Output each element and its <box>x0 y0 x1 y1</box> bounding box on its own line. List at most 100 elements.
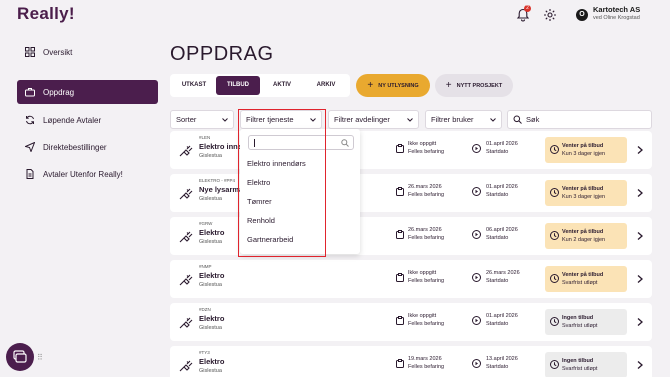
clipboard-icon <box>396 144 404 153</box>
row-location: Gislestua <box>199 153 222 159</box>
row-title: Elektro <box>199 314 225 323</box>
table-row[interactable]: #NMP Elektro Gislestua Ikke oppgitt Fell… <box>170 260 652 298</box>
start-info: 01.april 2026 Startdato <box>486 312 518 328</box>
gear-icon[interactable] <box>543 8 557 22</box>
avatar[interactable]: O <box>576 9 588 21</box>
chevron-down-icon <box>222 118 228 122</box>
chevron-right-icon[interactable] <box>637 275 643 283</box>
start-info: 01.april 2026 Startdato <box>486 140 518 156</box>
status-subtitle: Kun 2 dager igjen <box>562 237 606 243</box>
chevron-right-icon[interactable] <box>637 232 643 240</box>
clock-icon <box>550 317 559 326</box>
chevron-right-icon[interactable] <box>637 189 643 197</box>
sidebar-item-oppdrag[interactable]: Oppdrag <box>17 80 158 104</box>
clock-icon <box>550 360 559 369</box>
user-name: ved Oline Krogstad <box>593 15 640 21</box>
inspection-date: Ikke oppgitt <box>408 141 437 147</box>
inspection-label: Felles befaring <box>408 278 445 284</box>
tab-tilbud[interactable]: TILBUD <box>216 76 260 95</box>
sort-select[interactable]: Sorter <box>170 110 234 129</box>
status-subtitle: Svarfrist utløpt <box>562 280 598 286</box>
chevron-down-icon <box>407 118 413 122</box>
department-filter-select[interactable]: Filtrer avdelinger <box>328 110 419 129</box>
row-id: #NMP <box>199 264 212 269</box>
row-title: Elektro <box>199 271 225 280</box>
chevron-right-icon[interactable] <box>637 318 643 326</box>
status-title: Venter på tilbud <box>562 229 604 235</box>
row-title: Nye lysarma <box>199 185 244 194</box>
row-id: ELEKTRO - #PP4 <box>199 178 236 183</box>
row-title: Elektro <box>199 357 225 366</box>
status-badge: Ingen tilbud Svarfrist utløpt <box>545 309 627 335</box>
electric-plug-icon <box>179 145 193 157</box>
start-info: 26.mars 2026 Startdato <box>486 269 520 285</box>
tab-utkast[interactable]: UTKAST <box>172 76 216 95</box>
sidebar-item-avtaler-utenfor[interactable]: Avtaler Utenfor Really! <box>17 162 158 186</box>
inspection-label: Felles befaring <box>408 235 445 241</box>
status-subtitle: Svarfrist utløpt <box>562 366 598 372</box>
chat-button[interactable] <box>6 343 34 371</box>
start-date: 01.april 2026 <box>486 184 518 190</box>
page-title: OPPDRAG <box>170 43 274 65</box>
logo[interactable]: Really! <box>17 4 75 24</box>
search-input[interactable]: Søk <box>507 110 652 129</box>
play-circle-icon <box>472 316 481 325</box>
status-subtitle: Kun 3 dager igjen <box>562 194 606 200</box>
notification-badge: 2 <box>524 5 531 12</box>
document-icon <box>26 169 34 179</box>
inspection-date: 26.mars 2026 <box>408 227 442 233</box>
row-title: Elektro <box>199 228 225 237</box>
tab-aktiv[interactable]: AKTIV <box>260 76 304 95</box>
sidebar-item-label: Oppdrag <box>43 87 75 97</box>
table-row[interactable]: #TY3 Elektro Gislestua 19.mars 2026 Fell… <box>170 346 652 377</box>
inspection-label: Felles befaring <box>408 364 445 370</box>
inspection-date: 19.mars 2026 <box>408 356 442 362</box>
status-title: Ingen tilbud <box>562 358 594 364</box>
sidebar-item-direktebestillinger[interactable]: Direktebestillinger <box>17 135 158 159</box>
drag-handle-icon[interactable]: ⠿ <box>37 353 43 362</box>
clock-icon <box>550 231 559 240</box>
sidebar-item-label: Direktebestillinger <box>43 142 107 152</box>
play-circle-icon <box>472 273 481 282</box>
inspection-date: Ikke oppgitt <box>408 270 437 276</box>
start-info: 06.april 2026 Startdato <box>486 226 518 242</box>
inspection-info: 26.mars 2026 Felles befaring <box>408 226 444 242</box>
table-row[interactable]: #DZN Elektro Gislestua Ikke oppgitt Fell… <box>170 303 652 341</box>
chevron-right-icon[interactable] <box>637 361 643 369</box>
electric-plug-icon <box>179 317 193 329</box>
new-announcement-label: NY UTLYSNING <box>378 82 419 89</box>
plus-icon: + <box>367 80 374 91</box>
play-circle-icon <box>472 359 481 368</box>
sidebar-item-label: Løpende Avtaler <box>43 115 102 125</box>
tab-bar: UTKAST TILBUD AKTIV ARKIV <box>170 74 350 97</box>
chevron-right-icon[interactable] <box>637 146 643 154</box>
status-badge: Ingen tilbud Svarfrist utløpt <box>545 352 627 377</box>
tab-arkiv[interactable]: ARKIV <box>304 76 348 95</box>
company-name[interactable]: Kartotech AS <box>593 5 640 14</box>
start-label: Startdato <box>486 149 509 155</box>
new-announcement-button[interactable]: + NY UTLYSNING <box>356 74 430 97</box>
new-project-button[interactable]: + NYTT PROSJEKT <box>435 74 513 97</box>
inspection-info: 19.mars 2026 Felles befaring <box>408 355 444 371</box>
play-circle-icon <box>472 144 481 153</box>
briefcase-icon <box>25 88 35 97</box>
start-date: 13.april 2026 <box>486 356 518 362</box>
start-label: Startdato <box>486 192 509 198</box>
search-icon <box>513 115 522 124</box>
clipboard-icon <box>396 316 404 325</box>
search-placeholder: Søk <box>526 115 540 124</box>
start-label: Startdato <box>486 235 509 241</box>
row-id: #LEN <box>199 135 211 140</box>
inspection-info: Ikke oppgitt Felles befaring <box>408 269 444 285</box>
row-id: #GRW <box>199 221 213 226</box>
clipboard-icon <box>396 230 404 239</box>
electric-plug-icon <box>179 188 193 200</box>
sidebar-item-lopende-avtaler[interactable]: Løpende Avtaler <box>17 108 158 132</box>
sidebar-item-oversikt[interactable]: Oversikt <box>17 40 158 64</box>
status-title: Venter på tilbud <box>562 272 604 278</box>
clipboard-icon <box>396 187 404 196</box>
plus-icon: + <box>445 80 452 91</box>
start-date: 01.april 2026 <box>486 313 518 319</box>
user-filter-select[interactable]: Filtrer bruker <box>425 110 502 129</box>
row-title: Elektro inne <box>199 142 242 151</box>
